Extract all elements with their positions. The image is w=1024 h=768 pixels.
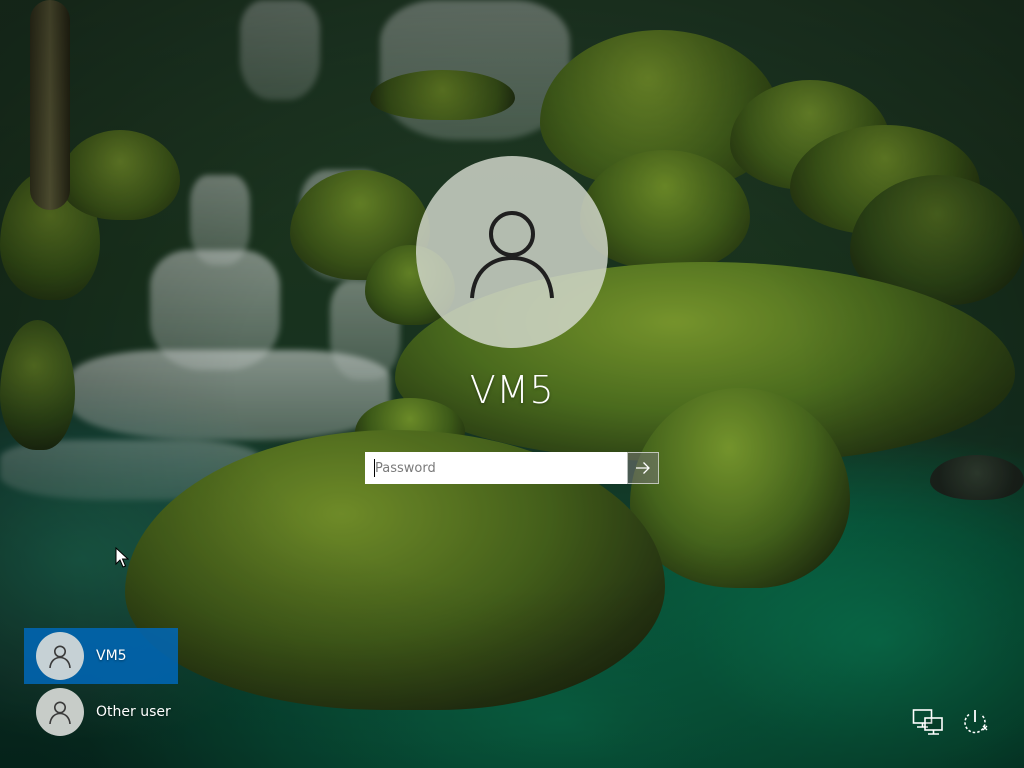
power-button[interactable] <box>957 704 993 740</box>
arrow-right-icon <box>636 462 650 474</box>
power-icon <box>964 710 988 734</box>
login-screen: VM5 VM5 Other user <box>0 0 1024 768</box>
network-button[interactable] <box>910 704 946 740</box>
mouse-pointer-icon <box>115 547 129 568</box>
user-tile-label: Other user <box>96 704 171 720</box>
user-avatar-icon <box>36 688 84 736</box>
user-tile-vm5[interactable]: VM5 <box>24 628 178 684</box>
network-icon <box>912 709 943 735</box>
user-avatar-icon <box>36 632 84 680</box>
user-tile-other-user[interactable]: Other user <box>24 684 178 740</box>
password-input[interactable] <box>365 452 627 484</box>
submit-button[interactable] <box>627 452 659 484</box>
user-silhouette-icon <box>470 211 554 299</box>
user-silhouette-icon <box>49 645 71 669</box>
user-avatar-icon <box>416 156 608 348</box>
password-container <box>365 452 659 484</box>
user-silhouette-icon <box>49 701 71 725</box>
username-label: VM5 <box>469 368 555 412</box>
user-tile-label: VM5 <box>96 648 127 664</box>
text-caret <box>374 459 375 477</box>
